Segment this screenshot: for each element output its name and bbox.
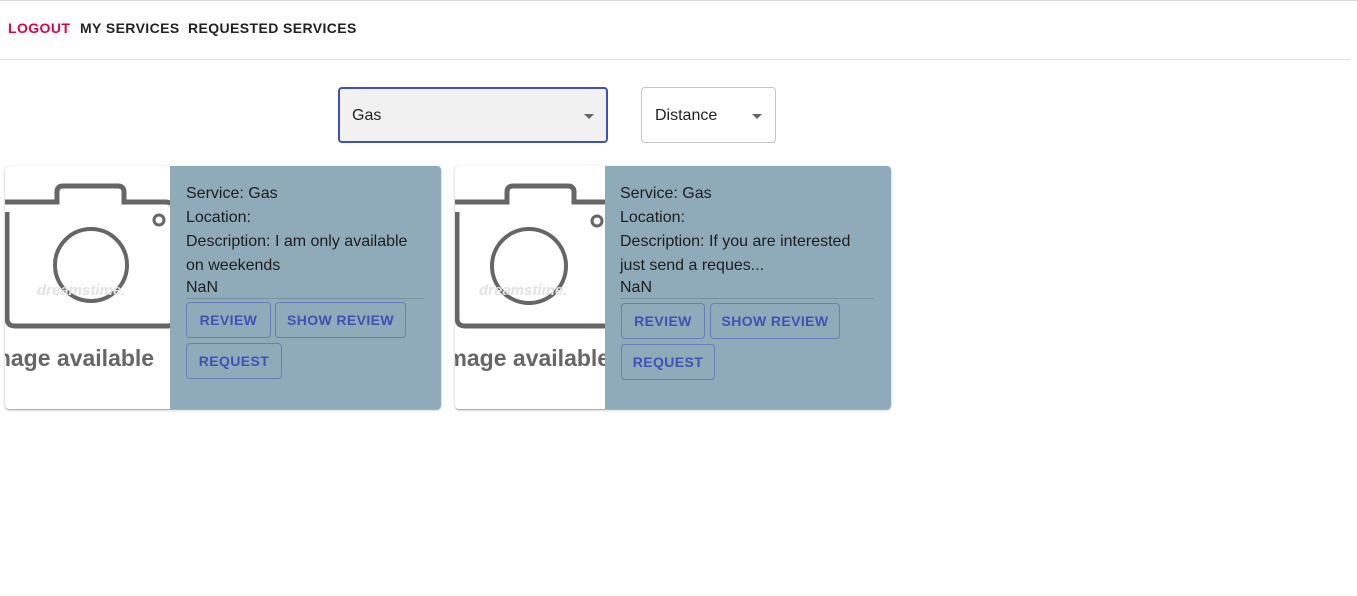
service-card: dreamstime. No image available Service: … [5, 166, 441, 409]
service-image: dreamstime. No image available [455, 166, 605, 409]
image-watermark: dreamstime. [479, 282, 568, 299]
card-divider [620, 298, 874, 299]
service-type-select-value: Gas [352, 107, 382, 124]
description-value-line2: on weekends [186, 257, 281, 274]
arrow-drop-down-icon [752, 114, 762, 119]
no-image-text: No image available [5, 345, 155, 371]
description-label: Description: [186, 233, 271, 250]
show-review-button[interactable]: SHOW REVIEW [710, 303, 840, 339]
request-button[interactable]: REQUEST [621, 344, 715, 380]
logout-link[interactable]: LOGOUT [8, 20, 70, 36]
image-watermark: dreamstime. [37, 282, 126, 299]
description-line: Description: If you are interested [620, 230, 874, 254]
card-divider [186, 298, 424, 299]
no-image-text: No image available [455, 345, 605, 371]
service-card-content: Service: Gas Location: Description: If y… [620, 182, 874, 298]
service-image: dreamstime. No image available [5, 166, 170, 409]
sort-by-select[interactable]: Distance [641, 87, 776, 143]
top-navbar: LOGOUT MY SERVICES REQUESTED SERVICES [0, 1, 1350, 60]
description-line: Description: I am only available [186, 230, 424, 254]
arrow-drop-down-icon [584, 114, 594, 119]
service-type-select[interactable]: Gas [338, 87, 608, 143]
location-label: Location: [620, 209, 685, 226]
service-line: Service: Gas [620, 182, 874, 206]
description-value-line1: I am only available [274, 233, 408, 250]
description-label: Description: [620, 233, 705, 250]
service-label: Service: [620, 185, 678, 202]
description-value-line1: If you are interested [708, 233, 851, 250]
service-value: Gas [682, 185, 712, 202]
sort-by-select-value: Distance [655, 107, 718, 124]
review-button[interactable]: REVIEW [186, 302, 271, 338]
location-line: Location: [186, 206, 424, 230]
location-label: Location: [186, 209, 251, 226]
service-value: Gas [248, 185, 278, 202]
description-value-line2: just send a reques... [620, 257, 765, 274]
service-label: Service: [186, 185, 244, 202]
review-button[interactable]: REVIEW [621, 303, 705, 339]
my-services-link[interactable]: MY SERVICES [80, 20, 180, 36]
service-line: Service: Gas [186, 182, 424, 206]
rating-value: NaN [186, 279, 219, 296]
service-card-content: Service: Gas Location: Description: I am… [186, 182, 424, 298]
request-button[interactable]: REQUEST [186, 343, 282, 379]
location-line: Location: [620, 206, 874, 230]
show-review-button[interactable]: SHOW REVIEW [275, 302, 406, 338]
service-card: dreamstime. No image available Service: … [455, 166, 891, 409]
rating-value: NaN [620, 279, 653, 296]
requested-services-link[interactable]: REQUESTED SERVICES [188, 20, 357, 36]
